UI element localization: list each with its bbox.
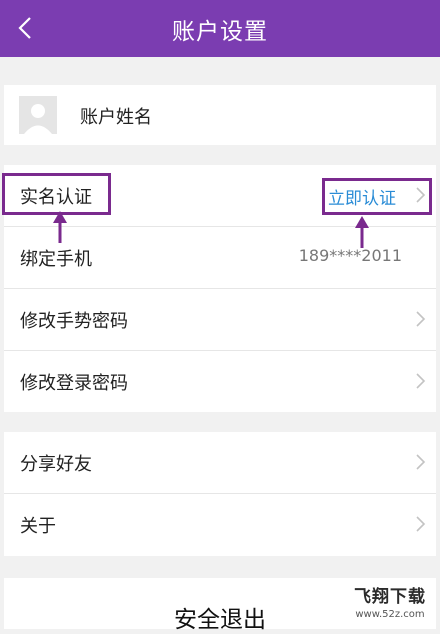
watermark-text: 飞翔下载 (354, 587, 426, 607)
bind-phone-label: 绑定手机 (20, 249, 92, 270)
account-settings-group: 实名认证 立即认证 绑定手机 189****2011 修改手势密码 修改登录密码 (2, 165, 436, 412)
chevron-left-icon (18, 17, 31, 39)
back-button[interactable] (10, 8, 46, 48)
user-placeholder-icon (19, 96, 57, 134)
highlight-box-realname (2, 173, 111, 215)
watermark-url: www.52z.com (355, 609, 425, 620)
gesture-password-row[interactable]: 修改手势密码 (4, 289, 436, 351)
watermark: 飞翔下载 www.52z.com (345, 586, 435, 626)
arrow-up-icon (53, 211, 67, 243)
avatar (19, 96, 57, 134)
page-title: 账户设置 (172, 19, 268, 45)
login-password-row[interactable]: 修改登录密码 (4, 351, 436, 412)
more-group: 分享好友 关于 (4, 432, 436, 556)
bind-phone-row[interactable]: 绑定手机 189****2011 (4, 227, 436, 289)
phone-number: 189****2011 (298, 246, 402, 265)
arrow-up-icon (355, 216, 369, 248)
realname-verify-row[interactable]: 实名认证 立即认证 (2, 165, 436, 227)
chevron-right-icon (414, 452, 426, 472)
chevron-right-icon (414, 514, 426, 534)
share-friends-label: 分享好友 (20, 454, 92, 475)
account-name: 账户姓名 (80, 107, 152, 128)
profile-row[interactable]: 账户姓名 (4, 85, 436, 145)
about-label: 关于 (20, 516, 56, 537)
highlight-box-verify (322, 178, 432, 215)
share-friends-row[interactable]: 分享好友 (4, 432, 436, 494)
gesture-password-label: 修改手势密码 (20, 311, 128, 332)
chevron-right-icon (414, 371, 426, 391)
login-password-label: 修改登录密码 (20, 373, 128, 394)
about-row[interactable]: 关于 (4, 494, 436, 555)
top-bar: 账户设置 (0, 0, 440, 57)
chevron-right-icon (414, 309, 426, 329)
